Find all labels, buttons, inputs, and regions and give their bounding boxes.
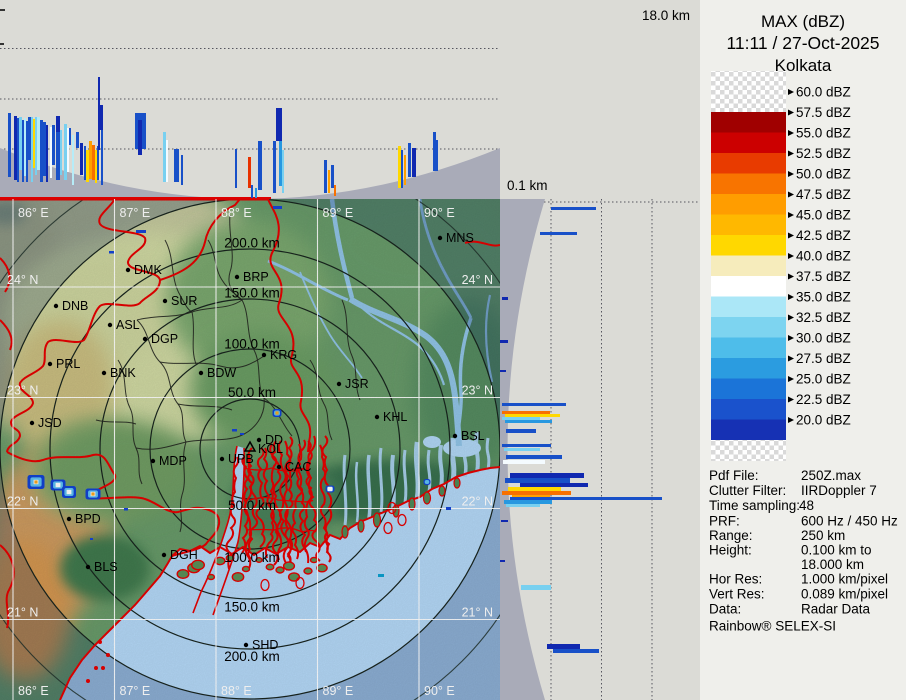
svg-text:32.5 dBZ: 32.5 dBZ — [796, 310, 851, 325]
svg-text:0.1 km: 0.1 km — [507, 178, 548, 193]
svg-text:20.0 dBZ: 20.0 dBZ — [796, 413, 851, 428]
svg-text:Radar Data: Radar Data — [801, 602, 871, 617]
svg-text:48: 48 — [799, 498, 814, 513]
svg-text:0.100 km to: 0.100 km to — [801, 543, 872, 558]
svg-text:60.0 dBZ: 60.0 dBZ — [796, 85, 851, 100]
svg-text:250 km: 250 km — [801, 528, 845, 543]
svg-text:Hor Res:: Hor Res: — [709, 572, 762, 587]
svg-text:45.0 dBZ: 45.0 dBZ — [796, 208, 851, 223]
svg-text:18.0 km: 18.0 km — [642, 8, 690, 23]
svg-text:37.5 dBZ: 37.5 dBZ — [796, 269, 851, 284]
svg-text:IIRDoppler 7: IIRDoppler 7 — [801, 483, 877, 498]
svg-text:Time sampling:: Time sampling: — [709, 498, 800, 513]
svg-text:35.0 dBZ: 35.0 dBZ — [796, 290, 851, 305]
svg-text:Data:: Data: — [709, 602, 741, 617]
svg-text:27.5 dBZ: 27.5 dBZ — [796, 351, 851, 366]
svg-text:47.5 dBZ: 47.5 dBZ — [796, 187, 851, 202]
svg-text:Vert Res:: Vert Res: — [709, 587, 765, 602]
svg-text:600 Hz / 450 Hz: 600 Hz / 450 Hz — [801, 514, 898, 529]
svg-text:Clutter Filter:: Clutter Filter: — [709, 483, 786, 498]
svg-text:Pdf File:: Pdf File: — [709, 468, 759, 483]
svg-text:18.000 km: 18.000 km — [801, 557, 864, 572]
svg-text:55.0 dBZ: 55.0 dBZ — [796, 126, 851, 141]
svg-text:25.0 dBZ: 25.0 dBZ — [796, 372, 851, 387]
svg-text:50.0 dBZ: 50.0 dBZ — [796, 167, 851, 182]
svg-text:22.5 dBZ: 22.5 dBZ — [796, 392, 851, 407]
svg-text:42.5 dBZ: 42.5 dBZ — [796, 228, 851, 243]
svg-text:Height:: Height: — [709, 543, 752, 558]
svg-text:0.089 km/pixel: 0.089 km/pixel — [801, 587, 888, 602]
svg-text:1.000 km/pixel: 1.000 km/pixel — [801, 572, 888, 587]
svg-text:57.5 dBZ: 57.5 dBZ — [796, 105, 851, 120]
svg-text:Rainbow® SELEX-SI: Rainbow® SELEX-SI — [709, 619, 836, 634]
svg-text:30.0 dBZ: 30.0 dBZ — [796, 331, 851, 346]
svg-text:MAX (dBZ): MAX (dBZ) — [761, 12, 845, 31]
svg-text:Range:: Range: — [709, 528, 753, 543]
svg-text:250Z.max: 250Z.max — [801, 468, 861, 483]
svg-text:11:11 / 27-Oct-2025: 11:11 / 27-Oct-2025 — [726, 33, 879, 53]
svg-text:40.0 dBZ: 40.0 dBZ — [796, 249, 851, 264]
svg-text:PRF:: PRF: — [709, 514, 740, 529]
svg-text:52.5 dBZ: 52.5 dBZ — [796, 146, 851, 161]
